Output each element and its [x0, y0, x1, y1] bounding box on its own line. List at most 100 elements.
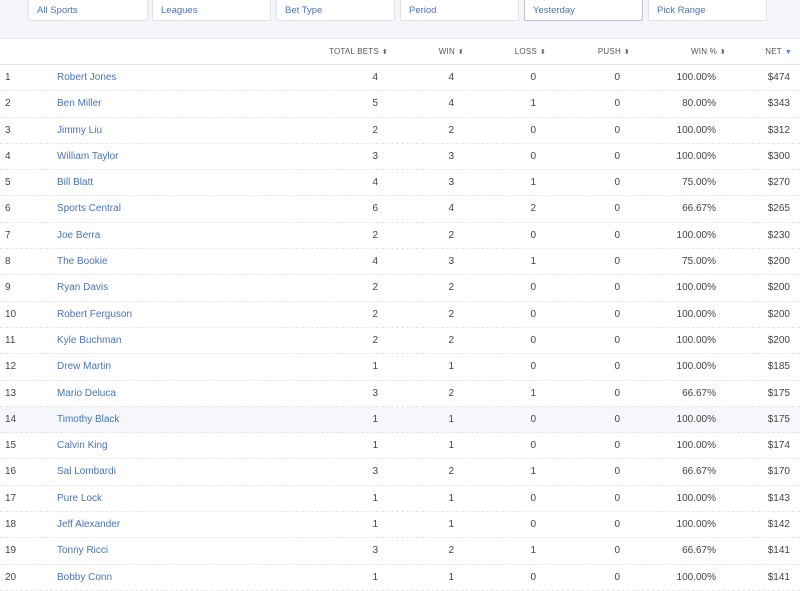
name-link[interactable]: Calvin King — [57, 440, 108, 451]
rank-cell: 18 — [5, 519, 17, 531]
losses-cell: 0 — [530, 124, 536, 136]
total-bets-cell: 2 — [372, 308, 378, 320]
net-cell: $143 — [767, 492, 790, 504]
name-link[interactable]: Tonny Ricci — [57, 545, 108, 556]
header-loss-label: LOSS — [514, 47, 537, 56]
name-link[interactable]: Bobby Conn — [57, 572, 112, 583]
league-filter[interactable]: Leagues — [152, 0, 271, 21]
header-total-bets[interactable]: TOTAL BETS ⬍ — [329, 47, 388, 56]
win-pct-cell: 75.00% — [682, 256, 716, 268]
win-pct-cell: 100.00% — [676, 229, 716, 241]
total-bets-cell: 2 — [372, 282, 378, 294]
name-link[interactable]: Kyle Buchman — [57, 335, 121, 346]
net-cell: $174 — [767, 440, 790, 452]
losses-cell: 0 — [530, 413, 536, 425]
header-net[interactable]: NET ▼ — [765, 47, 792, 56]
total-bets-cell: 5 — [372, 98, 378, 110]
wins-cell: 2 — [448, 387, 454, 399]
win-pct-cell: 100.00% — [676, 440, 716, 452]
wins-cell: 3 — [448, 150, 454, 162]
wins-cell: 1 — [448, 571, 454, 583]
header-win[interactable]: WIN ⬍ — [439, 47, 464, 56]
total-bets-cell: 4 — [372, 177, 378, 189]
name-link[interactable]: Mario Deluca — [57, 388, 116, 399]
pushes-cell: 0 — [614, 571, 620, 583]
header-loss[interactable]: LOSS ⬍ — [515, 47, 546, 56]
name-link[interactable]: Robert Ferguson — [57, 309, 132, 320]
sport-filter[interactable]: All Sports — [28, 0, 148, 21]
net-cell: $474 — [767, 72, 790, 83]
table-row: 20 Bobby Conn 1 1 0 0 100.00% $141 — [0, 565, 800, 591]
name-link[interactable]: Sal Lombardi — [57, 466, 116, 477]
net-cell: $200 — [767, 308, 790, 320]
pushes-cell: 0 — [614, 177, 620, 189]
pushes-cell: 0 — [614, 229, 620, 241]
header-win-pct[interactable]: WIN % ⬍ — [691, 47, 726, 56]
header-push[interactable]: PUSH ⬍ — [598, 47, 630, 56]
name-link[interactable]: Robert Jones — [57, 72, 116, 83]
total-bets-cell: 1 — [372, 571, 378, 583]
pushes-cell: 0 — [614, 308, 620, 320]
losses-cell: 1 — [530, 177, 536, 189]
win-pct-cell: 100.00% — [676, 334, 716, 346]
win-pct-cell: 100.00% — [676, 413, 716, 425]
win-pct-cell: 100.00% — [676, 361, 716, 373]
leaderboard-table-body: 1 Robert Jones 4 4 0 0 100.00% $474 2 Ben Miller 5… — [0, 65, 800, 591]
wins-cell: 1 — [448, 492, 454, 504]
wins-cell: 2 — [448, 466, 454, 478]
losses-cell: 0 — [530, 361, 536, 373]
losses-cell: 0 — [530, 334, 536, 346]
name-link[interactable]: William Taylor — [57, 151, 119, 162]
table-row: 7 Joe Berra 2 2 0 0 100.00% $230 — [0, 223, 800, 250]
total-bets-cell: 2 — [372, 229, 378, 241]
rank-cell: 16 — [5, 466, 17, 478]
total-bets-cell: 1 — [372, 440, 378, 452]
losses-cell: 1 — [530, 387, 536, 399]
table-row: 3 Jimmy Liu 2 2 0 0 100.00% $312 — [0, 118, 800, 144]
wins-cell: 1 — [448, 440, 454, 452]
pushes-cell: 0 — [614, 387, 620, 399]
bet-type-filter[interactable]: Bet Type — [276, 0, 395, 21]
wins-cell: 4 — [448, 72, 454, 83]
win-pct-cell: 100.00% — [676, 308, 716, 320]
name-link[interactable]: Ryan Davis — [57, 282, 108, 293]
sort-updown-icon: ⬍ — [539, 49, 546, 56]
header-total-bets-label: TOTAL BETS — [329, 47, 379, 56]
date-filter[interactable]: Yesterday — [524, 0, 643, 21]
net-cell: $343 — [767, 98, 790, 110]
period-filter[interactable]: Period — [400, 0, 519, 21]
rank-cell: 5 — [5, 177, 11, 189]
pick-range-filter[interactable]: Pick Range — [648, 0, 767, 21]
rank-cell: 14 — [5, 413, 17, 425]
table-row: 8 The Bookie 4 3 1 0 75.00% $200 — [0, 249, 800, 276]
table-row: 15 Calvin King 1 1 0 0 100.00% $174 — [0, 433, 800, 460]
name-link[interactable]: Drew Martin — [57, 361, 111, 372]
name-link[interactable]: Ben Miller — [57, 98, 101, 109]
name-link[interactable]: Bill Blatt — [57, 177, 93, 188]
pushes-cell: 0 — [614, 72, 620, 83]
win-pct-cell: 66.67% — [682, 203, 716, 215]
rank-cell: 12 — [5, 361, 17, 373]
pushes-cell: 0 — [614, 440, 620, 452]
losses-cell: 1 — [530, 98, 536, 110]
net-cell: $170 — [767, 466, 790, 478]
total-bets-cell: 2 — [372, 334, 378, 346]
win-pct-cell: 100.00% — [676, 519, 716, 531]
win-pct-cell: 100.00% — [676, 492, 716, 504]
rank-cell: 3 — [5, 124, 11, 136]
sort-updown-icon: ⬍ — [457, 49, 464, 56]
pushes-cell: 0 — [614, 124, 620, 136]
table-row: 12 Drew Martin 1 1 0 0 100.00% $185 — [0, 354, 800, 381]
name-link[interactable]: Timothy Black — [57, 414, 119, 425]
net-cell: $312 — [767, 124, 790, 136]
total-bets-cell: 1 — [372, 361, 378, 373]
name-link[interactable]: Joe Berra — [57, 230, 100, 241]
name-link[interactable]: Jeff Alexander — [57, 519, 120, 530]
name-link[interactable]: The Bookie — [57, 256, 108, 267]
name-link[interactable]: Jimmy Liu — [57, 125, 102, 136]
losses-cell: 0 — [530, 282, 536, 294]
name-link[interactable]: Sports Central — [57, 203, 121, 214]
caret-down-icon: ▼ — [784, 49, 792, 56]
rank-cell: 7 — [5, 229, 11, 241]
name-link[interactable]: Pure Lock — [57, 493, 102, 504]
